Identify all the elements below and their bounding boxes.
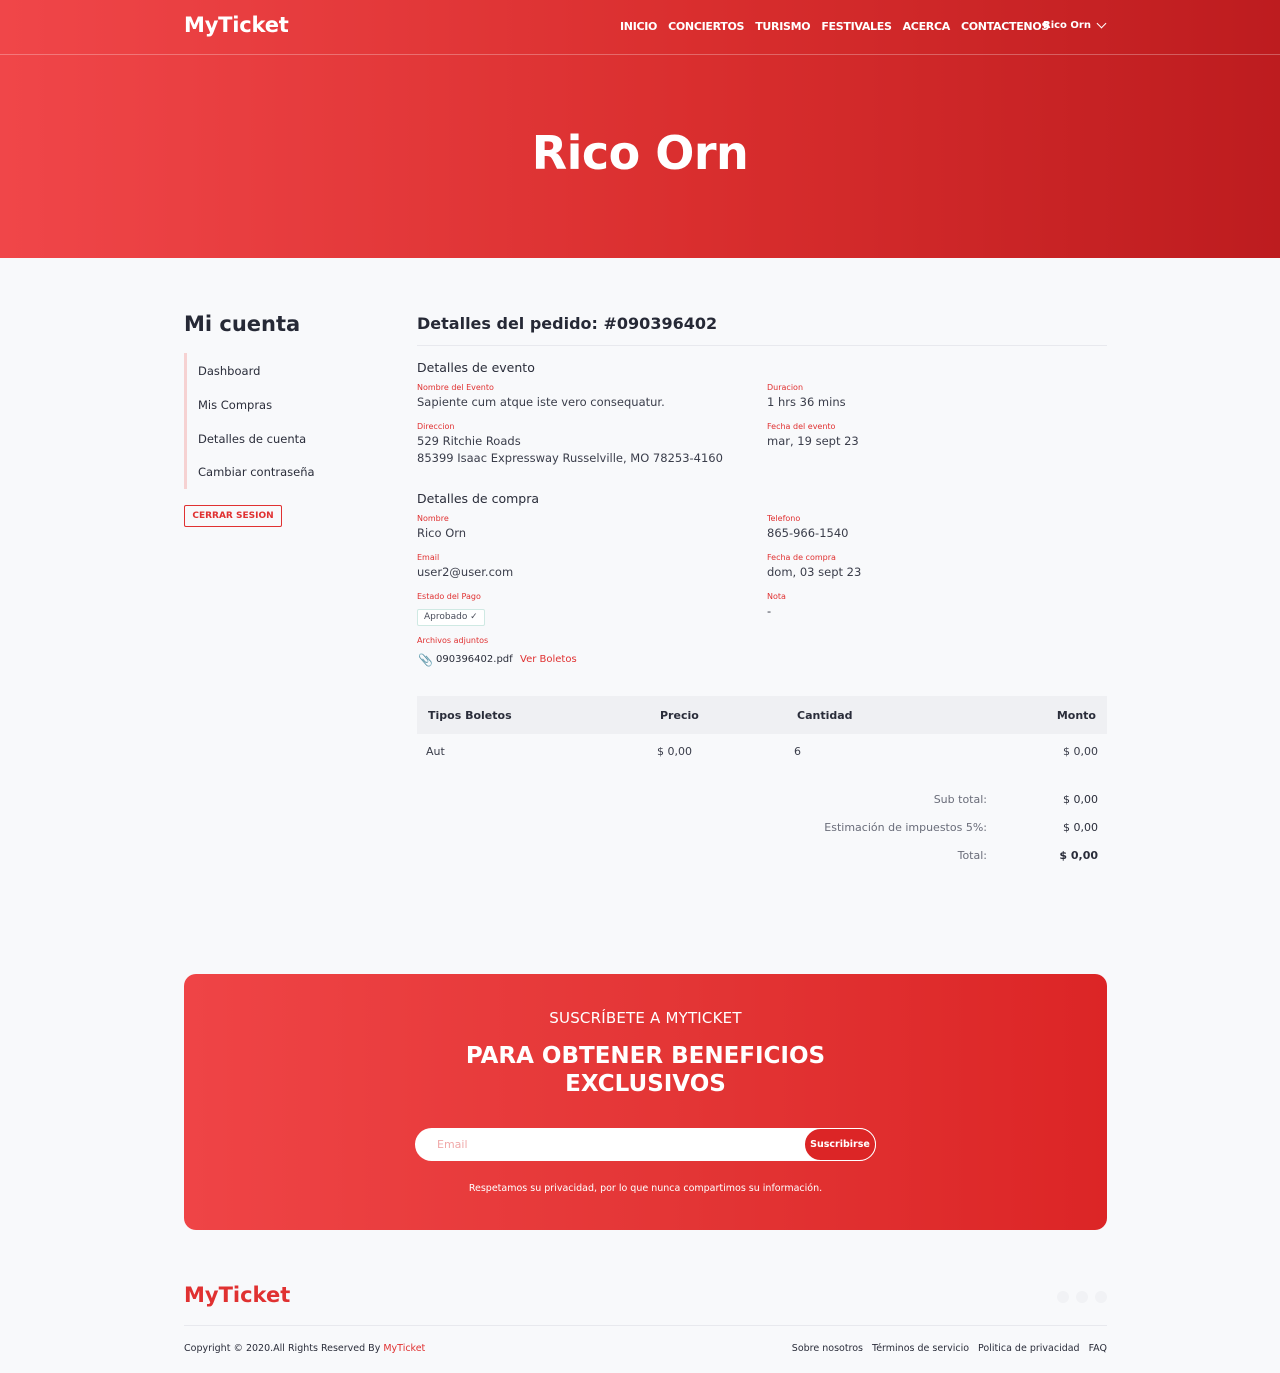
- site-logo[interactable]: MyTicket: [184, 13, 289, 37]
- sidebar-item-cambiar-contrasena[interactable]: Cambiar contraseña: [198, 465, 315, 479]
- subtotal-label: Sub total:: [933, 793, 987, 806]
- tax-value: $ 0,00: [1063, 821, 1098, 834]
- purchase-date-label: Fecha de compra: [767, 553, 836, 562]
- sidebar-item-detalles-cuenta[interactable]: Detalles de cuenta: [198, 432, 306, 446]
- nav-festivales[interactable]: FESTIVALES: [821, 20, 892, 33]
- phone-label: Telefono: [767, 514, 801, 523]
- table-header-tipos: Tipos Boletos: [428, 709, 512, 722]
- payment-status-label: Estado del Pago: [417, 592, 481, 601]
- email-value: user2@user.com: [417, 565, 514, 579]
- sidebar-title: Mi cuenta: [184, 312, 301, 336]
- subscribe-form: Suscribirse: [415, 1128, 876, 1161]
- footer-logo[interactable]: MyTicket: [184, 1283, 290, 1307]
- chevron-down-icon: [1096, 18, 1107, 29]
- tax-label: Estimación de impuestos 5%:: [824, 821, 987, 834]
- attachments-label: Archivos adjuntos: [417, 636, 489, 645]
- tickets-table-header: Tipos Boletos Precio Cantidad Monto: [417, 696, 1107, 734]
- sidebar-item-mis-compras[interactable]: Mis Compras: [198, 398, 272, 412]
- logout-button[interactable]: CERRAR SESION: [184, 505, 282, 527]
- subscribe-email-input[interactable]: [415, 1128, 805, 1161]
- table-header-cantidad: Cantidad: [797, 709, 853, 722]
- total-label: Total:: [957, 849, 987, 862]
- note-value: -: [767, 604, 772, 618]
- nav-inicio[interactable]: INICIO: [620, 20, 657, 33]
- event-name: Sapiente cum atque iste vero consequatur…: [417, 395, 665, 409]
- divider: [417, 345, 1107, 346]
- total-value: $ 0,00: [1059, 849, 1098, 862]
- user-menu-dropdown[interactable]: Rico Orn: [1043, 18, 1107, 31]
- table-cell-monto: $ 0,00: [1063, 745, 1098, 758]
- table-header-monto: Monto: [1056, 709, 1096, 722]
- nav-acerca[interactable]: ACERCA: [903, 20, 951, 33]
- address-label: Direccion: [417, 422, 455, 431]
- phone-value: 865-966-1540: [767, 526, 849, 540]
- order-title: Detalles del pedido: #090396402: [417, 314, 718, 333]
- user-menu-name: Rico Orn: [1043, 20, 1091, 31]
- purchase-date: dom, 03 sept 23: [767, 565, 862, 579]
- copyright-text: Copyright © 2020.All Rights Reserved By: [184, 1343, 381, 1354]
- nav-conciertos[interactable]: CONCIERTOS: [668, 20, 744, 33]
- copyright-brand-link[interactable]: MyTicket: [383, 1343, 425, 1354]
- social-icon-2[interactable]: [1076, 1291, 1088, 1303]
- event-section-title: Detalles de evento: [417, 360, 535, 375]
- address-line2: 85399 Isaac Expressway Russelville, MO 7…: [417, 451, 723, 465]
- footer-link-terminos[interactable]: Términos de servicio: [872, 1343, 969, 1354]
- footer-divider: [184, 1325, 1107, 1326]
- nav-turismo[interactable]: TURISMO: [755, 20, 810, 33]
- duration-label: Duracion: [767, 383, 804, 392]
- buyer-name: Rico Orn: [417, 526, 467, 540]
- table-cell-cantidad: 6: [794, 745, 801, 758]
- event-name-label: Nombre del Evento: [417, 383, 494, 392]
- table-cell-precio: $ 0,00: [657, 745, 692, 758]
- buyer-name-label: Nombre: [417, 514, 449, 523]
- subscribe-button[interactable]: Suscribirse: [804, 1128, 876, 1161]
- account-sidebar: Dashboard Mis Compras Detalles de cuenta…: [184, 353, 384, 489]
- social-icon-1[interactable]: [1057, 1291, 1069, 1303]
- address-line1: 529 Ritchie Roads: [417, 434, 521, 448]
- page-title: Rico Orn: [531, 126, 749, 180]
- hero-banner: MyTicket INICIO CONCIERTOS TURISMO FESTI…: [0, 0, 1280, 258]
- sidebar-item-dashboard[interactable]: Dashboard: [198, 364, 260, 378]
- purchase-section-title: Detalles de compra: [417, 491, 540, 506]
- view-tickets-link[interactable]: Ver Boletos: [520, 654, 577, 665]
- footer-link-sobre-nosotros[interactable]: Sobre nosotros: [792, 1343, 863, 1354]
- paperclip-icon: 📎: [418, 653, 433, 667]
- subscribe-banner: SUSCRÍBETE A MYTICKET PARA OBTENER BENEF…: [184, 974, 1107, 1230]
- subscribe-title-line2: EXCLUSIVOS: [565, 1071, 726, 1097]
- top-navbar: MyTicket INICIO CONCIERTOS TURISMO FESTI…: [0, 0, 1280, 55]
- main-menu: INICIO CONCIERTOS TURISMO FESTIVALES ACE…: [620, 20, 1049, 33]
- note-label: Nota: [767, 592, 786, 601]
- table-header-precio: Precio: [660, 709, 699, 722]
- event-date-label: Fecha del evento: [767, 422, 836, 431]
- subscribe-eyebrow: SUSCRÍBETE A MYTICKET: [549, 1009, 742, 1027]
- copyright: Copyright © 2020.All Rights Reserved By …: [184, 1343, 425, 1354]
- attachment-file-name[interactable]: 090396402.pdf: [436, 654, 513, 665]
- footer-link-privacidad[interactable]: Politica de privacidad: [978, 1343, 1080, 1354]
- subtotal-value: $ 0,00: [1063, 793, 1098, 806]
- payment-status-badge: Aprobado ✓: [417, 609, 485, 626]
- nav-contactenos[interactable]: CONTACTENOS: [961, 20, 1049, 33]
- footer-links: Sobre nosotros Términos de servicio Poli…: [792, 1343, 1107, 1354]
- footer-link-faq[interactable]: FAQ: [1089, 1343, 1107, 1354]
- table-cell-tipo: Aut: [426, 745, 445, 758]
- social-icon-3[interactable]: [1095, 1291, 1107, 1303]
- email-label: Email: [417, 553, 440, 562]
- privacy-note: Respetamos su privacidad, por lo que nun…: [468, 1183, 823, 1194]
- event-date: mar, 19 sept 23: [767, 434, 859, 448]
- subscribe-title-line1: PARA OBTENER BENEFICIOS: [465, 1043, 826, 1069]
- social-links: [1057, 1291, 1107, 1303]
- subscribe-title: PARA OBTENER BENEFICIOS EXCLUSIVOS: [184, 1042, 1107, 1098]
- duration-value: 1 hrs 36 mins: [767, 395, 846, 409]
